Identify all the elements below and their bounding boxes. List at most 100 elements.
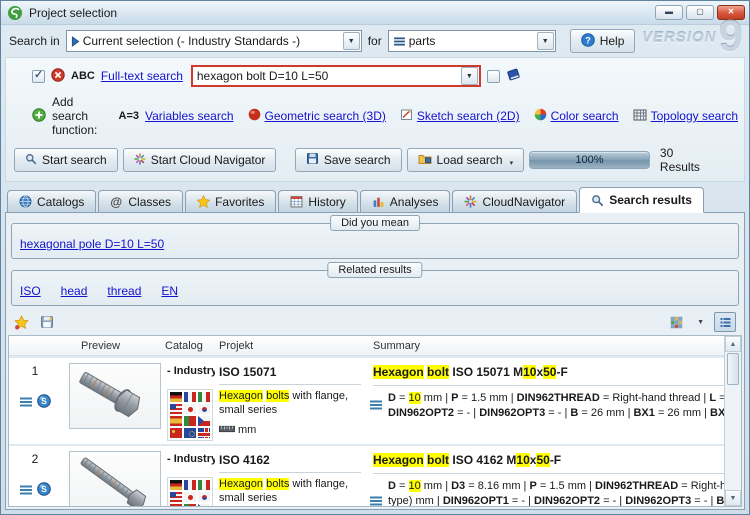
text-segment: 10 [408, 480, 421, 492]
text-segment: = [395, 480, 409, 492]
flag-cz-icon [198, 504, 210, 506]
vertical-scrollbar[interactable]: ▲ ▼ [724, 336, 741, 506]
text-segment: 10 [516, 453, 530, 467]
text-segment: = - | [508, 495, 535, 506]
maximize-button[interactable]: ▢ [686, 5, 714, 20]
compare-lines-icon[interactable] [19, 484, 33, 498]
dictionary-book-icon[interactable] [506, 67, 521, 85]
column-header-projekt[interactable]: Projekt [215, 340, 367, 352]
row-index-cell: 2S [9, 446, 61, 506]
close-button[interactable]: ✕ [717, 5, 745, 20]
text-segment: = 26 mm | [654, 407, 711, 419]
flag-de-icon [170, 392, 182, 402]
variables-search-link[interactable]: Variables search [145, 109, 234, 123]
text-segment: bolt [427, 453, 450, 467]
save-search-button[interactable]: Save search [294, 148, 402, 172]
view-options-caret[interactable]: ▼ [697, 319, 704, 326]
remove-search-icon[interactable] [51, 67, 65, 85]
secondary-checkbox[interactable] [486, 69, 500, 83]
summary-lines: D = 10 mm | P = 1.5 mm | DIN962THREAD = … [388, 391, 724, 421]
row-icons: S [9, 482, 61, 499]
text-segment: = Right-hand thread | [599, 392, 710, 404]
catalog-flags-image [167, 389, 213, 441]
add-function-icon[interactable] [32, 107, 46, 125]
projekt-cell: ISO 4162 Hexagon bolts with flange, small… [215, 446, 367, 506]
grid-view-button[interactable] [665, 312, 687, 332]
scroll-up-button[interactable]: ▲ [725, 336, 741, 352]
text-segment: type) mm | [388, 495, 443, 506]
start-search-button[interactable]: Start search [14, 148, 118, 172]
geometric-search-link[interactable]: Geometric search (3D) [265, 109, 386, 123]
fulltext-enabled-checkbox[interactable]: ✓ [32, 69, 45, 83]
result-row[interactable]: 2S- Industry ...ISO 4162Hexagon bolts wi… [9, 446, 724, 506]
compare-lines-icon[interactable] [19, 396, 33, 410]
favorite-star-icon[interactable] [14, 314, 32, 330]
related-result-link[interactable]: ISO [20, 284, 41, 298]
separator-line [219, 472, 361, 473]
s-badge-icon[interactable]: S [37, 394, 51, 411]
tab-analyses[interactable]: Analyses [359, 190, 451, 212]
related-result-link[interactable]: EN [161, 284, 178, 298]
load-search-button[interactable]: Load search ▾ [406, 148, 525, 172]
tab-label: Search results [609, 193, 692, 207]
text-segment: DIN962OPT2 [534, 495, 601, 506]
content-panel: Did you mean hexagonal pole D=10 L=50 Re… [5, 212, 745, 510]
start-cloud-navigator-button[interactable]: Start Cloud Navigator [122, 148, 277, 172]
column-header-summary[interactable]: Summary [367, 340, 724, 352]
related-result-link[interactable]: head [61, 284, 88, 298]
save-results-icon[interactable] [40, 314, 58, 330]
tab-favorites[interactable]: Favorites [185, 190, 277, 212]
text-segment: = [395, 392, 409, 404]
parts-icon [393, 36, 406, 46]
result-row[interactable]: 1S- Industry ...ISO 15071Hexagon bolts w… [9, 358, 724, 444]
query-dropdown-arrow[interactable]: ▼ [460, 67, 478, 85]
tab-classes[interactable]: @ Classes [98, 190, 184, 212]
sketch-search-link[interactable]: Sketch search (2D) [417, 109, 520, 123]
tab-cloudnavigator[interactable]: CloudNavigator [452, 190, 578, 212]
part-preview-image[interactable] [69, 363, 161, 429]
results-area: Preview Catalog Projekt Summary 1S- Indu… [8, 335, 742, 507]
did-you-mean-suggestion-link[interactable]: hexagonal pole D=10 L=50 [20, 237, 164, 251]
query-input[interactable]: hexagon bolt D=10 L=50 [193, 69, 460, 83]
tab-history[interactable]: History [278, 190, 358, 212]
results-toolbar: ▼ [6, 307, 744, 335]
related-result-link[interactable]: thread [107, 284, 141, 298]
add-function-label: Add search function: [52, 95, 98, 137]
text-segment: BX1 [633, 407, 655, 419]
projekt-cell: ISO 15071 Hexagon bolts with flange, smal… [215, 358, 367, 444]
part-preview-image[interactable] [69, 451, 161, 506]
flag-kr-icon [198, 404, 210, 414]
query-combobox[interactable]: hexagon bolt D=10 L=50 ▼ [190, 65, 481, 87]
flag-pt-icon [184, 504, 196, 506]
magnifier-icon [591, 194, 604, 207]
scrollbar-thumb[interactable] [727, 353, 739, 385]
text-segment: ISO 4162 M [449, 453, 517, 467]
help-button[interactable]: ? Help [569, 29, 636, 53]
s-badge-icon[interactable]: S [37, 482, 51, 499]
tab-catalogs[interactable]: Catalogs [7, 190, 97, 212]
scope-dropdown-arrow[interactable]: ▼ [342, 32, 360, 50]
column-header-catalog[interactable]: Catalog [165, 340, 215, 352]
list-view-button[interactable] [714, 312, 736, 332]
type-dropdown-arrow[interactable]: ▼ [536, 32, 554, 50]
column-header-preview[interactable]: Preview [61, 340, 165, 352]
load-search-split-arrow[interactable]: ▾ [510, 159, 514, 167]
fulltext-search-link[interactable]: Full-text search [101, 69, 183, 83]
project-selection-window: Project selection ▬ ▢ ✕ Search in Curren… [0, 0, 750, 515]
flag-es-icon [170, 416, 182, 426]
scope-combobox[interactable]: Current selection (- Industry Standards … [65, 30, 362, 52]
tab-label: Analyses [389, 194, 439, 209]
separator-line [219, 384, 361, 385]
text-segment: = - | [545, 407, 571, 419]
scroll-down-button[interactable]: ▼ [725, 490, 741, 506]
related-results-groupbox: Related results ISO head thread EN [11, 262, 739, 306]
type-combobox[interactable]: parts ▼ [387, 30, 556, 52]
tab-search-results[interactable]: Search results [579, 187, 704, 213]
text-segment: bolt [427, 365, 450, 379]
minimize-button[interactable]: ▬ [655, 5, 683, 20]
preview-cell [61, 446, 165, 506]
project-code: ISO 4162 [219, 453, 270, 467]
topology-search-link[interactable]: Topology search [651, 109, 738, 123]
window-title: Project selection [29, 5, 118, 20]
color-search-link[interactable]: Color search [551, 109, 619, 123]
